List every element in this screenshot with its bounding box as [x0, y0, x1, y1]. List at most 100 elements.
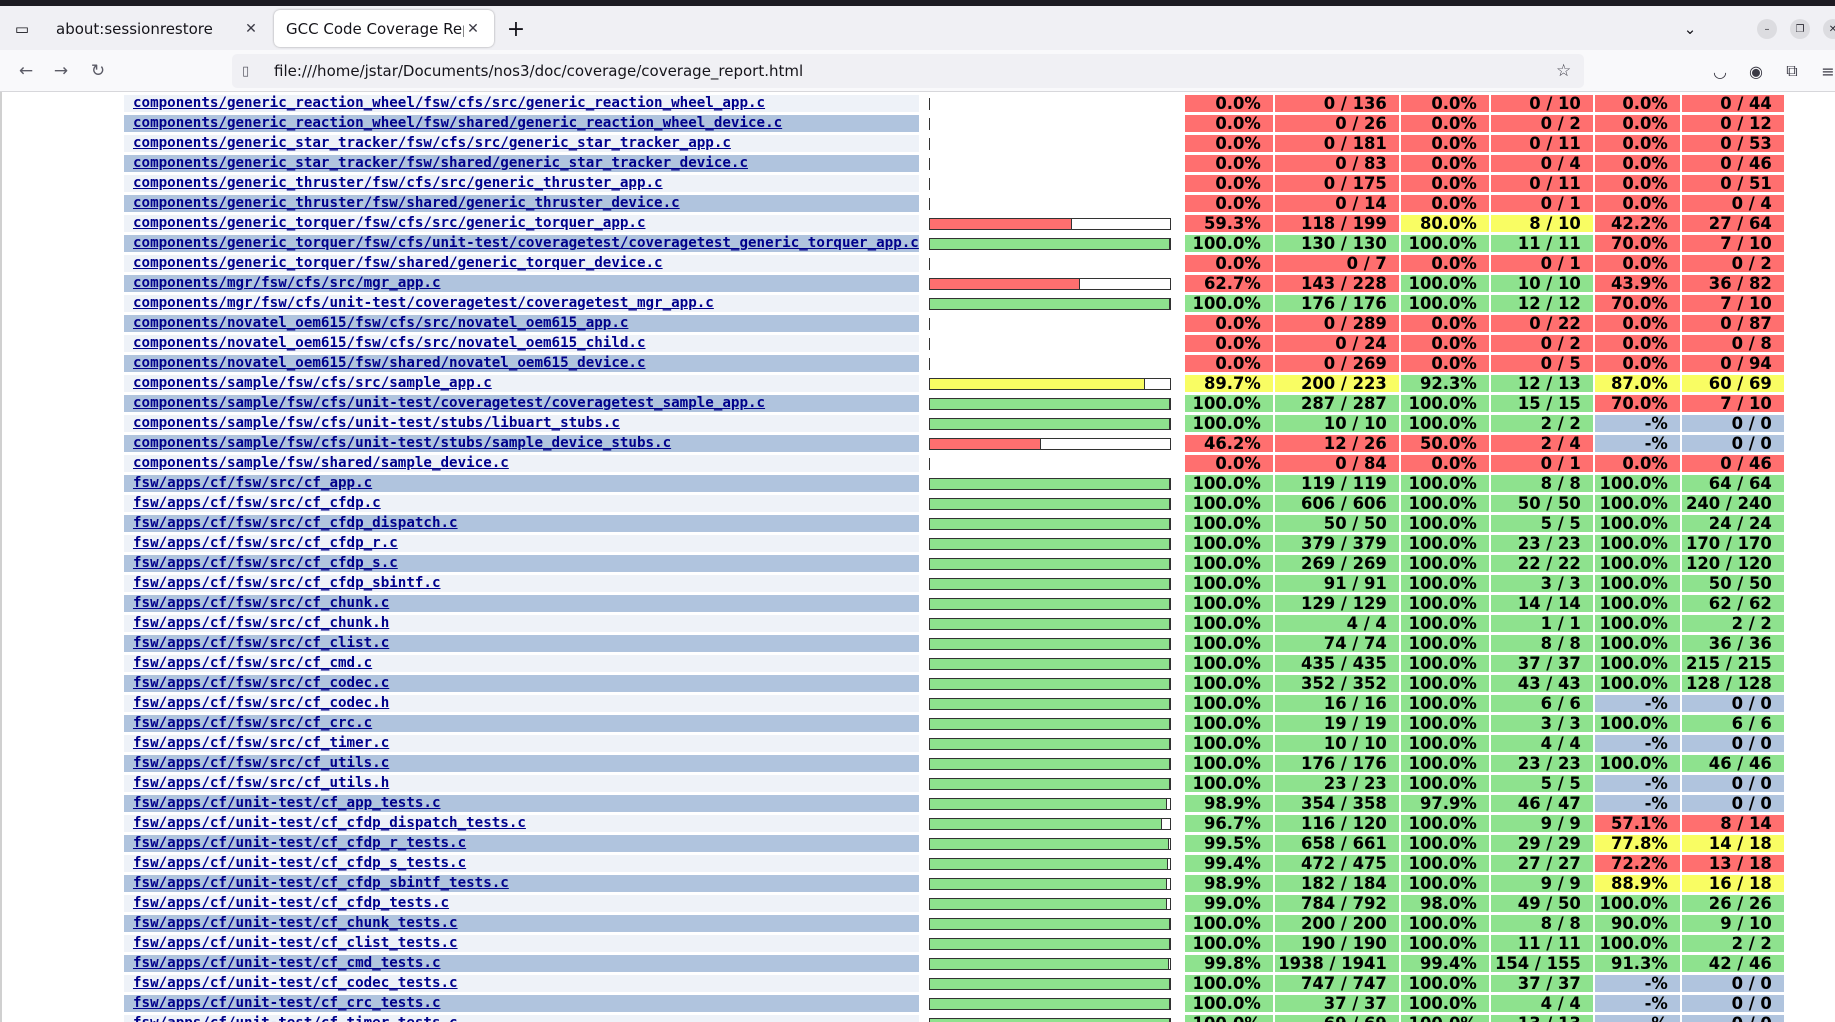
file-link[interactable]: fsw/apps/cf/unit-test/cf_chunk_tests.c: [133, 915, 458, 931]
line-count: 1938 / 1941: [1274, 955, 1399, 972]
file-cell: fsw/apps/cf/unit-test/cf_cfdp_sbintf_tes…: [124, 875, 919, 892]
menu-icon[interactable]: ≡: [1816, 60, 1835, 82]
file-link[interactable]: fsw/apps/cf/fsw/src/cf_app.c: [133, 475, 372, 491]
file-link[interactable]: fsw/apps/cf/fsw/src/cf_chunk.h: [133, 615, 389, 631]
new-tab-icon[interactable]: +: [504, 17, 528, 42]
file-link[interactable]: fsw/apps/cf/fsw/src/cf_codec.h: [133, 695, 389, 711]
table-row: fsw/apps/cf/fsw/src/cf_cmd.c 100.0% 435 / …: [124, 655, 1784, 672]
file-link[interactable]: fsw/apps/cf/fsw/src/cf_clist.c: [133, 635, 389, 651]
extensions-icon[interactable]: ⧉: [1780, 60, 1804, 82]
file-link[interactable]: fsw/apps/cf/fsw/src/cf_cfdp_r.c: [133, 535, 398, 551]
file-link[interactable]: fsw/apps/cf/unit-test/cf_cfdp_sbintf_tes…: [133, 875, 509, 891]
branch-count: 0 / 94: [1681, 355, 1784, 372]
url-bar[interactable]: ▯ file:///home/jstar/Documents/nos3/doc/…: [232, 54, 1584, 88]
file-link[interactable]: components/generic_torquer/fsw/cfs/src/g…: [133, 215, 646, 231]
file-link[interactable]: components/sample/fsw/shared/sample_devi…: [133, 455, 509, 471]
file-link[interactable]: components/generic_torquer/fsw/cfs/unit-…: [133, 235, 919, 251]
file-link[interactable]: fsw/apps/cf/unit-test/cf_cmd_tests.c: [133, 955, 441, 971]
file-link[interactable]: fsw/apps/cf/fsw/src/cf_cfdp.c: [133, 495, 381, 511]
file-link[interactable]: fsw/apps/cf/unit-test/cf_cfdp_r_tests.c: [133, 835, 466, 851]
file-link[interactable]: components/generic_reaction_wheel/fsw/cf…: [133, 95, 765, 111]
file-link[interactable]: components/mgr/fsw/cfs/src/mgr_app.c: [133, 275, 441, 291]
account-icon[interactable]: ◉: [1744, 60, 1768, 82]
close-window-icon[interactable]: ✕: [1823, 19, 1835, 39]
file-link[interactable]: fsw/apps/cf/unit-test/cf_timer_tests.c: [133, 1015, 458, 1022]
file-link[interactable]: components/generic_torquer/fsw/shared/ge…: [133, 255, 663, 271]
file-link[interactable]: components/generic_thruster/fsw/shared/g…: [133, 195, 680, 211]
reload-icon[interactable]: ↻: [85, 59, 111, 83]
file-link[interactable]: components/mgr/fsw/cfs/unit-test/coverag…: [133, 295, 714, 311]
file-cell: components/mgr/fsw/cfs/unit-test/coverag…: [124, 295, 919, 312]
bookmark-star-icon[interactable]: ☆: [1556, 61, 1584, 81]
file-link[interactable]: fsw/apps/cf/unit-test/cf_clist_tests.c: [133, 935, 458, 951]
file-link[interactable]: components/generic_reaction_wheel/fsw/sh…: [133, 115, 782, 131]
file-link[interactable]: fsw/apps/cf/fsw/src/cf_cfdp_dispatch.c: [133, 515, 458, 531]
file-link[interactable]: fsw/apps/cf/fsw/src/cf_cmd.c: [133, 655, 372, 671]
forward-icon[interactable]: →: [48, 59, 74, 83]
coverage-bar: [928, 757, 1171, 770]
function-count: 37 / 37: [1490, 655, 1593, 672]
chevron-down-icon[interactable]: ⌄: [1678, 17, 1702, 41]
file-link[interactable]: fsw/apps/cf/unit-test/cf_crc_tests.c: [133, 995, 441, 1011]
line-count: 747 / 747: [1274, 975, 1399, 992]
line-count: 190 / 190: [1274, 935, 1399, 952]
file-link[interactable]: components/sample/fsw/cfs/unit-test/stub…: [133, 415, 620, 431]
branch-percent: 100.0%: [1594, 715, 1680, 732]
coverage-bar-fill: [929, 678, 1170, 689]
tab-sessionrestore[interactable]: about:sessionrestore ✕: [44, 10, 272, 47]
file-link[interactable]: fsw/apps/cf/fsw/src/cf_cfdp_sbintf.c: [133, 575, 441, 591]
minimize-icon[interactable]: –: [1757, 19, 1777, 39]
file-link[interactable]: fsw/apps/cf/unit-test/cf_cfdp_tests.c: [133, 895, 449, 911]
line-count: 0 / 7: [1274, 255, 1399, 272]
function-percent: 92.3%: [1400, 375, 1489, 392]
file-link[interactable]: components/sample/fsw/cfs/unit-test/stub…: [133, 435, 671, 451]
branch-percent: 70.0%: [1594, 395, 1680, 412]
function-count: 2 / 4: [1490, 435, 1593, 452]
file-link[interactable]: fsw/apps/cf/fsw/src/cf_codec.c: [133, 675, 389, 691]
function-count: 37 / 37: [1490, 975, 1593, 992]
coverage-bar: [928, 517, 1171, 530]
back-icon[interactable]: ←: [13, 59, 39, 83]
coverage-bar-fill: [929, 798, 1168, 809]
file-link[interactable]: components/generic_star_tracker/fsw/cfs/…: [133, 135, 731, 151]
file-link[interactable]: fsw/apps/cf/fsw/src/cf_utils.h: [133, 775, 389, 791]
file-link[interactable]: fsw/apps/cf/unit-test/cf_codec_tests.c: [133, 975, 458, 991]
file-link[interactable]: components/sample/fsw/cfs/src/sample_app…: [133, 375, 492, 391]
line-count: 12 / 26: [1274, 435, 1399, 452]
line-count: 119 / 119: [1274, 475, 1399, 492]
line-count: 0 / 83: [1274, 155, 1399, 172]
coverage-bar: [928, 277, 1171, 290]
file-cell: fsw/apps/cf/fsw/src/cf_crc.c: [124, 715, 919, 732]
tab-list-icon[interactable]: ▭: [10, 17, 34, 41]
tab-coverage-report[interactable]: GCC Code Coverage Report ✕: [274, 10, 494, 47]
pocket-icon[interactable]: ◡: [1708, 60, 1732, 82]
restore-icon[interactable]: ❐: [1790, 19, 1810, 39]
coverage-bar-cell: [920, 215, 1183, 232]
file-link[interactable]: components/novatel_oem615/fsw/cfs/src/no…: [133, 315, 628, 331]
file-link[interactable]: components/novatel_oem615/fsw/cfs/src/no…: [133, 335, 646, 351]
coverage-bar-fill: [929, 498, 1170, 509]
file-link[interactable]: fsw/apps/cf/unit-test/cf_app_tests.c: [133, 795, 441, 811]
line-percent: 100.0%: [1184, 615, 1273, 632]
file-link[interactable]: fsw/apps/cf/fsw/src/cf_crc.c: [133, 715, 372, 731]
file-link[interactable]: components/novatel_oem615/fsw/shared/nov…: [133, 355, 646, 371]
function-count: 23 / 23: [1490, 535, 1593, 552]
file-link[interactable]: fsw/apps/cf/unit-test/cf_cfdp_dispatch_t…: [133, 815, 526, 831]
file-link[interactable]: fsw/apps/cf/unit-test/cf_cfdp_s_tests.c: [133, 855, 466, 871]
function-count: 0 / 1: [1490, 195, 1593, 212]
line-count: 435 / 435: [1274, 655, 1399, 672]
close-icon[interactable]: ✕: [464, 21, 482, 37]
file-link[interactable]: components/sample/fsw/cfs/unit-test/cove…: [133, 395, 765, 411]
url-text[interactable]: file:///home/jstar/Documents/nos3/doc/co…: [262, 62, 1556, 80]
branch-percent: -%: [1594, 735, 1680, 752]
file-link[interactable]: fsw/apps/cf/fsw/src/cf_utils.c: [133, 755, 389, 771]
file-link[interactable]: fsw/apps/cf/fsw/src/cf_chunk.c: [133, 595, 389, 611]
close-icon[interactable]: ✕: [242, 21, 260, 37]
file-link[interactable]: fsw/apps/cf/fsw/src/cf_cfdp_s.c: [133, 555, 398, 571]
coverage-bar: [928, 797, 1171, 810]
function-percent: 100.0%: [1400, 735, 1489, 752]
file-link[interactable]: fsw/apps/cf/fsw/src/cf_timer.c: [133, 735, 389, 751]
file-link[interactable]: components/generic_star_tracker/fsw/shar…: [133, 155, 748, 171]
table-row: fsw/apps/cf/fsw/src/cf_utils.h 100.0% 23 /…: [124, 775, 1784, 792]
file-link[interactable]: components/generic_thruster/fsw/cfs/src/…: [133, 175, 663, 191]
